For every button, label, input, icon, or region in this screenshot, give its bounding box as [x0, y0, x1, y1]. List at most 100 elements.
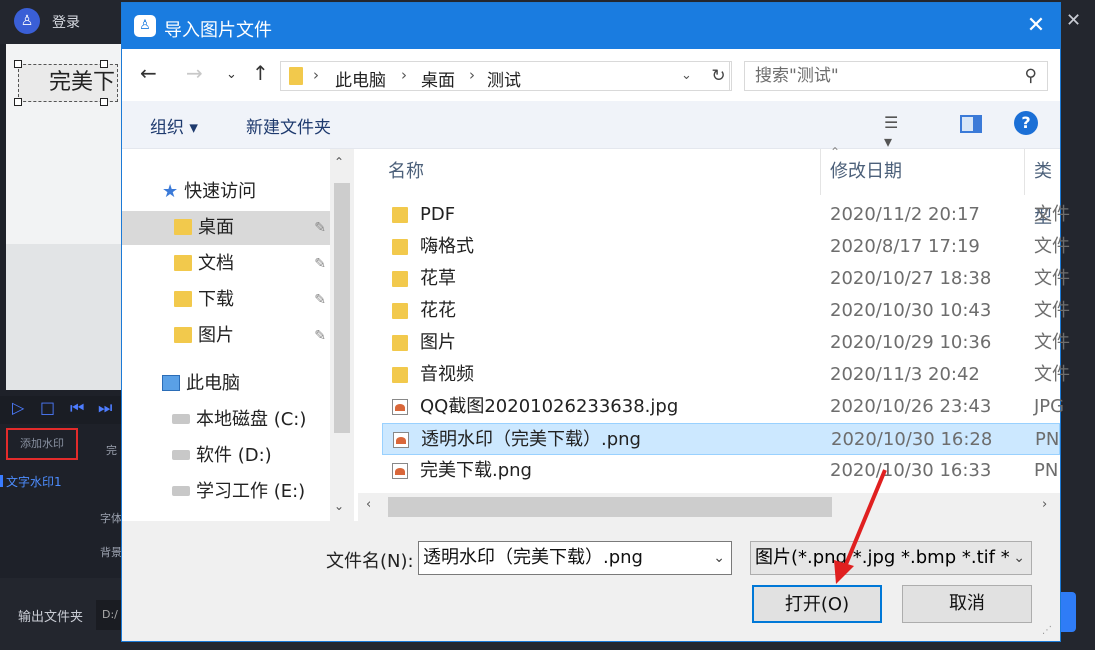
nav-desktop[interactable]: 桌面 ✎ [122, 211, 330, 245]
file-row[interactable]: 嗨格式 2020/8/17 17:19 文件 [382, 231, 1070, 263]
prev-frame-icon[interactable]: ⏮ [70, 398, 84, 418]
new-folder-button[interactable]: 新建文件夹 [246, 113, 331, 138]
nav-downloads[interactable]: 下载 ✎ [174, 283, 330, 317]
resize-handle[interactable] [14, 60, 22, 68]
search-icon: ⚲ [1024, 66, 1037, 86]
search-input[interactable]: 搜索"测试" ⚲ [744, 61, 1048, 91]
nav-disk-d[interactable]: 软件 (D:) [172, 439, 272, 473]
nav-scrollbar[interactable]: ⌃ ⌄ [330, 149, 354, 521]
watermark-preview-box[interactable]: 完美下 [18, 64, 118, 102]
preview-snippet: 完 [106, 444, 117, 457]
file-type: 文件 [1034, 364, 1070, 385]
column-divider[interactable] [820, 149, 821, 195]
file-name: 透明水印（完美下载）.png [421, 429, 641, 450]
view-options-icon[interactable]: ☰ ▾ [884, 113, 906, 151]
resize-handle[interactable] [100, 60, 108, 68]
scroll-left-icon[interactable]: ‹ [366, 497, 371, 512]
preview-pane-icon[interactable] [960, 115, 982, 133]
open-button[interactable]: 打开(O) [752, 585, 882, 623]
file-date: 2020/10/29 10:36 [830, 332, 992, 353]
resize-handle[interactable] [14, 98, 22, 106]
nav-this-pc[interactable]: 此电脑 [162, 367, 240, 401]
address-bar[interactable]: › 此电脑 › 桌面 › 测试 ⌄ [280, 61, 730, 91]
login-link[interactable]: 登录 [52, 12, 80, 32]
file-row[interactable]: 花花 2020/10/30 10:43 文件 [382, 295, 1070, 327]
folder-icon [392, 271, 408, 287]
column-header-date[interactable]: 修改日期 [830, 149, 902, 195]
file-row[interactable]: 透明水印（完美下载）.png 2020/10/30 16:28 PN [382, 423, 1060, 455]
column-header-type[interactable]: 类型 [1034, 149, 1060, 228]
nav-quick-access[interactable]: ★ 快速访问 [162, 175, 330, 209]
file-row[interactable]: 图片 2020/10/29 10:36 文件 [382, 327, 1070, 359]
dialog-title: 导入图片文件 [164, 20, 272, 41]
nav-documents[interactable]: 文档 ✎ [174, 247, 330, 281]
refresh-icon[interactable]: ↻ [706, 61, 732, 91]
file-row[interactable]: QQ截图20201026233638.jpg 2020/10/26 23:43 JP… [382, 391, 1064, 423]
nav-disk-e[interactable]: 学习工作 (E:) [172, 475, 305, 509]
forward-icon[interactable]: → [186, 61, 203, 85]
file-type: PN [1034, 460, 1059, 481]
file-name: 花草 [420, 268, 456, 289]
cancel-button[interactable]: 取消 [902, 585, 1032, 623]
file-date: 2020/10/30 10:43 [830, 300, 992, 321]
pin-icon[interactable]: ✎ [314, 247, 326, 281]
scroll-right-icon[interactable]: › [1042, 497, 1047, 512]
column-header-name[interactable]: 名称 [388, 149, 424, 195]
play-icon[interactable]: ▷ [12, 398, 24, 417]
recent-dropdown-icon[interactable]: ⌄ [226, 67, 237, 82]
chevron-right-icon: › [401, 66, 407, 84]
dialog-close-icon[interactable]: ✕ [1020, 11, 1052, 41]
chevron-down-icon[interactable]: ⌄ [713, 542, 725, 574]
add-watermark-button[interactable]: 添加水印 [6, 428, 78, 460]
file-row[interactable]: PDF 2020/11/2 20:17 文件 [382, 199, 1070, 231]
drive-icon [172, 414, 190, 424]
help-icon[interactable]: ? [1014, 111, 1038, 135]
file-type-filter[interactable]: 图片(*.png *.jpg *.bmp *.tif *.t ⌄ [750, 541, 1032, 575]
file-row[interactable]: 音视频 2020/11/3 20:42 文件 [382, 359, 1070, 391]
scrollbar-thumb[interactable] [388, 497, 832, 517]
breadcrumb-item[interactable]: 此电脑 [335, 66, 386, 91]
next-frame-icon[interactable]: ⏭ [98, 398, 112, 418]
scroll-down-icon[interactable]: ⌄ [334, 499, 344, 513]
downloads-folder-icon [174, 291, 192, 307]
scrollbar-thumb[interactable] [334, 183, 350, 433]
file-list: ⌃ 名称 修改日期 类型 PDF 2020/11/2 20:17 文件 嗨格式 2020… [358, 145, 1070, 521]
filename-input[interactable]: 透明水印（完美下载）.png ⌄ [418, 541, 732, 575]
nav-disk-c[interactable]: 本地磁盘 (C:) [172, 403, 306, 437]
organize-menu[interactable]: 组织 ▾ [150, 113, 198, 138]
app-close-icon[interactable]: ✕ [1066, 10, 1081, 31]
column-divider[interactable] [1024, 149, 1025, 195]
folder-icon [392, 335, 408, 351]
bg-label: 背景 [100, 546, 122, 559]
file-name: 嗨格式 [420, 236, 474, 257]
chevron-down-icon[interactable]: ⌄ [1009, 542, 1025, 574]
star-icon: ★ [162, 181, 179, 202]
command-toolbar: 组织 ▾ 新建文件夹 ☰ ▾ ? [122, 101, 1060, 151]
file-name: 图片 [420, 332, 456, 353]
breadcrumb-item[interactable]: 桌面 [421, 66, 455, 91]
drive-icon [172, 486, 190, 496]
desktop-folder-icon [174, 219, 192, 235]
start-button[interactable] [1060, 592, 1076, 632]
pin-icon[interactable]: ✎ [314, 211, 326, 245]
computer-icon [162, 375, 180, 391]
back-icon[interactable]: ← [140, 61, 157, 85]
documents-folder-icon [174, 255, 192, 271]
image-file-icon [392, 399, 408, 415]
breadcrumb-item[interactable]: 测试 [487, 66, 521, 91]
file-type: JPG [1034, 396, 1065, 417]
nav-pictures[interactable]: 图片 ✎ [174, 319, 330, 353]
text-watermark-item[interactable]: 文字水印1 [0, 473, 62, 490]
resize-handle[interactable] [100, 98, 108, 106]
file-row[interactable]: 花草 2020/10/27 18:38 文件 [382, 263, 1070, 295]
horizontal-scrollbar[interactable]: ‹ › [358, 493, 1060, 521]
resize-grip-icon[interactable]: ⋰ [1042, 625, 1052, 636]
chevron-down-icon[interactable]: ⌄ [681, 68, 692, 83]
pin-icon[interactable]: ✎ [314, 319, 326, 353]
pin-icon[interactable]: ✎ [314, 283, 326, 317]
file-row[interactable]: 完美下载.png 2020/10/30 16:33 PN [382, 455, 1060, 487]
stop-icon[interactable]: □ [40, 398, 55, 417]
output-path-field[interactable]: D:/ [96, 600, 122, 630]
scroll-up-icon[interactable]: ⌃ [334, 155, 344, 169]
up-icon[interactable]: ↑ [252, 61, 269, 85]
